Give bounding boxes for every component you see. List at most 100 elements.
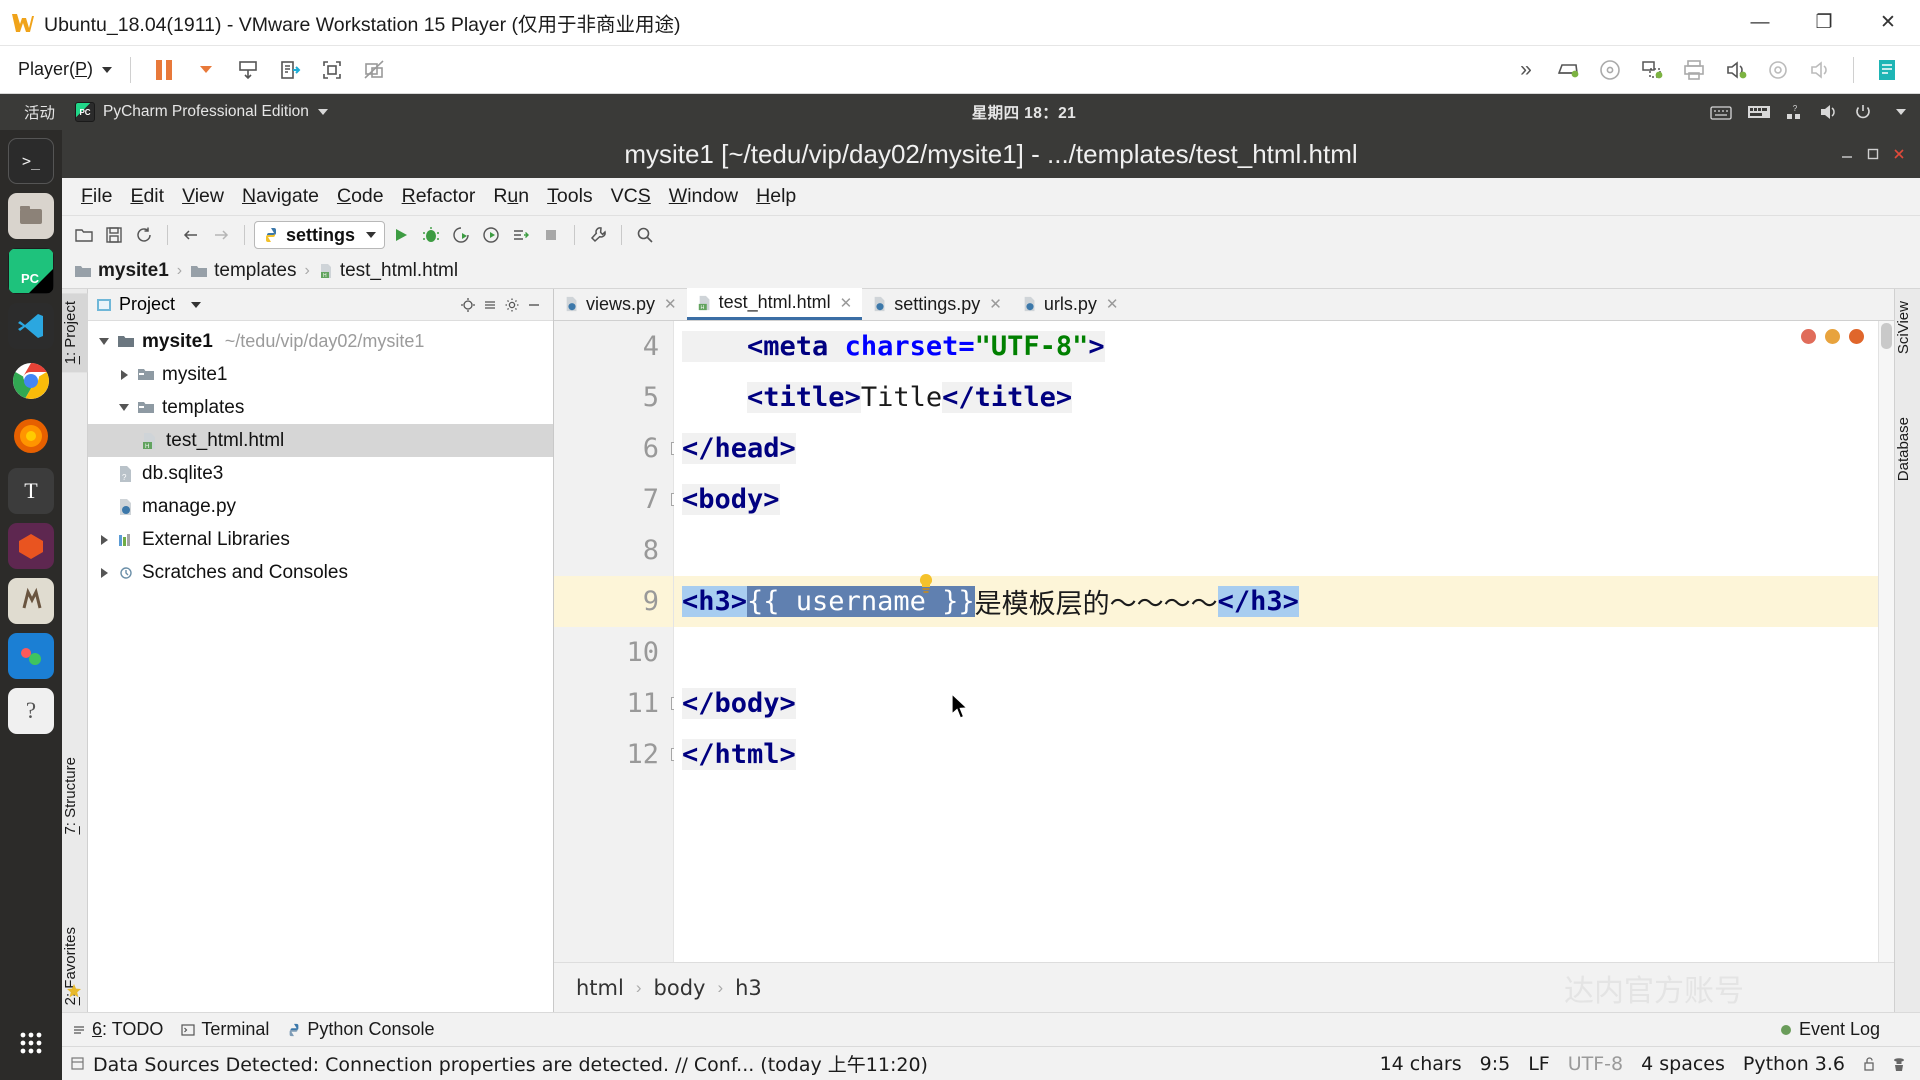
tool-window-python-console[interactable]: Python Console — [287, 1019, 434, 1040]
speaker-icon[interactable] — [1802, 52, 1838, 88]
close-icon[interactable]: ✕ — [1106, 295, 1119, 313]
tool-tab-sciview[interactable]: SciView — [1895, 293, 1920, 362]
editor-tab-views-py[interactable]: views.py ✕ — [554, 288, 687, 320]
app-menu-button[interactable]: PyCharm Professional Edition — [65, 94, 338, 130]
system-menu-caret-icon[interactable] — [1896, 109, 1906, 115]
settings-wrench-icon[interactable] — [584, 221, 612, 249]
dock-gimp[interactable] — [8, 578, 54, 624]
dock-amap[interactable] — [8, 633, 54, 679]
editor-tab-test-html[interactable]: H test_html.html ✕ — [687, 288, 863, 320]
locate-icon[interactable] — [457, 294, 479, 316]
sound-card-icon[interactable] — [1718, 52, 1754, 88]
printer-icon[interactable] — [1676, 52, 1712, 88]
tool-window-todo[interactable]: 6: TODO — [72, 1019, 163, 1040]
status-encoding[interactable]: UTF-8 — [1563, 1053, 1628, 1075]
vmware-minimize-button[interactable]: — — [1728, 0, 1792, 46]
menu-file[interactable]: File — [72, 185, 121, 208]
save-all-icon[interactable] — [100, 221, 128, 249]
code-editor[interactable]: <meta charset="UTF-8"> <title>Title</tit… — [674, 321, 1894, 962]
editor-tab-settings-py[interactable]: settings.py ✕ — [862, 288, 1012, 320]
dock-terminal[interactable]: >_ — [8, 138, 54, 184]
panel-settings-icon[interactable] — [501, 294, 523, 316]
editor-scrollbar[interactable] — [1878, 321, 1894, 962]
tree-node-templates[interactable]: templates — [88, 391, 553, 424]
full-screen-icon[interactable] — [314, 52, 350, 88]
menu-tools[interactable]: Tools — [538, 185, 602, 208]
vmware-maximize-button[interactable]: ❐ — [1792, 0, 1856, 46]
dock-help[interactable]: ? — [8, 688, 54, 734]
expand-arrow-icon[interactable] — [94, 535, 114, 545]
run-icon[interactable] — [387, 221, 415, 249]
volume-icon[interactable] — [1819, 103, 1839, 121]
dock-firefox[interactable] — [8, 413, 54, 459]
expand-arrow-icon[interactable] — [114, 404, 134, 411]
collapse-all-icon[interactable] — [479, 294, 501, 316]
close-icon[interactable]: ✕ — [840, 294, 853, 312]
usb-device-icon[interactable] — [1760, 52, 1796, 88]
pause-dropdown-icon[interactable] — [188, 52, 224, 88]
unity-mode-icon[interactable] — [272, 52, 308, 88]
tree-node-external-libraries[interactable]: External Libraries — [88, 523, 553, 556]
run-configuration-selector[interactable]: settings — [254, 221, 385, 249]
network-adapter-icon[interactable] — [1634, 52, 1670, 88]
close-icon[interactable]: ✕ — [989, 295, 1002, 313]
open-project-icon[interactable] — [70, 221, 98, 249]
stop-icon[interactable] — [537, 221, 565, 249]
pycharm-minimize-button[interactable] — [1840, 147, 1854, 161]
editor-tab-urls-py[interactable]: urls.py ✕ — [1012, 288, 1129, 320]
tree-node-mysite1-pkg[interactable]: mysite1 — [88, 358, 553, 391]
debug-icon[interactable] — [417, 221, 445, 249]
expand-arrow-icon[interactable] — [114, 370, 134, 380]
inspection-widget[interactable] — [1801, 329, 1864, 344]
status-interpreter[interactable]: Python 3.6 — [1738, 1053, 1850, 1075]
vm-notes-icon[interactable] — [1869, 52, 1905, 88]
pycharm-close-button[interactable] — [1892, 147, 1906, 161]
dock-ubuntu-software[interactable] — [8, 523, 54, 569]
hard-disk-icon[interactable] — [1550, 52, 1586, 88]
menu-edit[interactable]: Edit — [121, 185, 173, 208]
code-breadcrumb-html[interactable]: html — [576, 976, 624, 1000]
hide-panel-icon[interactable] — [523, 294, 545, 316]
menu-vcs[interactable]: VCS — [602, 185, 660, 208]
dock-show-apps[interactable] — [8, 1020, 54, 1066]
breadcrumb-test-html[interactable]: H test_html.html — [318, 260, 458, 282]
menu-refactor[interactable]: Refactor — [393, 185, 485, 208]
expand-arrow-icon[interactable] — [94, 568, 114, 578]
onscreen-keyboard-icon[interactable] — [1710, 103, 1732, 121]
tool-window-terminal[interactable]: Terminal — [181, 1019, 269, 1040]
menu-help[interactable]: Help — [747, 185, 805, 208]
dock-pycharm[interactable]: PC — [8, 248, 54, 294]
pause-vm-icon[interactable] — [146, 52, 182, 88]
tree-node-test-html[interactable]: H test_html.html — [88, 424, 553, 457]
tool-window-event-log[interactable]: Event Log — [1779, 1019, 1920, 1040]
menu-navigate[interactable]: Navigate — [233, 185, 328, 208]
menu-code[interactable]: Code — [328, 185, 393, 208]
search-everywhere-icon[interactable] — [631, 221, 659, 249]
tree-node-scratches[interactable]: Scratches and Consoles — [88, 556, 553, 589]
unlocked-icon[interactable] — [1858, 1056, 1880, 1072]
breadcrumb-templates[interactable]: templates — [190, 260, 296, 282]
menu-view[interactable]: View — [173, 185, 233, 208]
editor-gutter[interactable]: 4 5 6 7 8 — [554, 321, 674, 962]
tool-tab-structure[interactable]: 7: Structure — [62, 749, 88, 843]
back-icon[interactable] — [177, 221, 205, 249]
project-view-selector[interactable]: Project — [96, 294, 201, 315]
run-with-console-icon[interactable] — [507, 221, 535, 249]
tree-node-manage-py[interactable]: manage.py — [88, 490, 553, 523]
dock-files[interactable] — [8, 193, 54, 239]
hector-inspector-icon[interactable] — [1888, 1056, 1910, 1072]
code-breadcrumb-h3[interactable]: h3 — [735, 976, 762, 1000]
tool-tab-project[interactable]: 1: Project — [62, 293, 88, 372]
tree-node-mysite1-root[interactable]: mysite1 ~/tedu/vip/day02/mysite1 — [88, 325, 553, 358]
vmware-player-menu-button[interactable]: Player(P) — [12, 59, 118, 80]
forward-icon[interactable] — [207, 221, 235, 249]
network-icon[interactable]: ? — [1786, 103, 1804, 121]
pycharm-maximize-button[interactable] — [1866, 147, 1880, 161]
status-line-separator[interactable]: LF — [1523, 1053, 1555, 1075]
tool-tab-database[interactable]: Database — [1895, 409, 1920, 489]
close-icon[interactable]: ✕ — [664, 295, 677, 313]
expand-arrow-icon[interactable] — [94, 338, 114, 345]
menu-run[interactable]: Run — [484, 185, 538, 208]
status-indent[interactable]: 4 spaces — [1636, 1053, 1730, 1075]
dock-vscode[interactable] — [8, 303, 54, 349]
